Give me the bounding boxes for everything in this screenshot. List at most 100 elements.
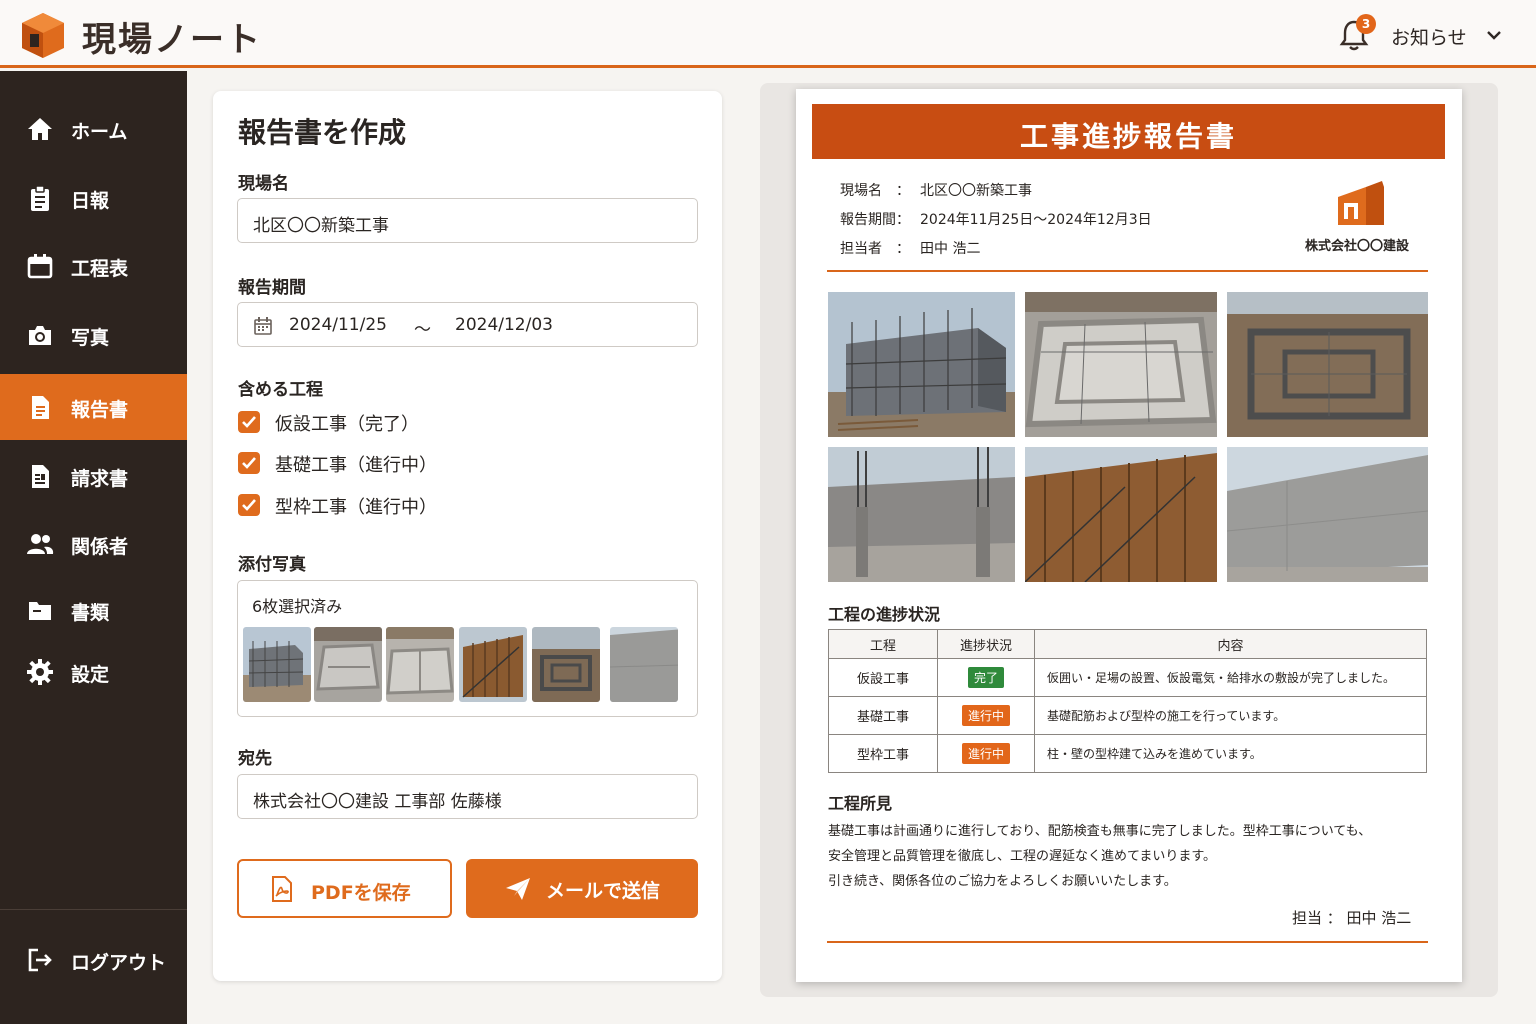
period-end: 2024/12/03 xyxy=(455,315,553,335)
sidebar-item-label: ホーム xyxy=(71,121,128,143)
save-pdf-label: PDFを保存 xyxy=(311,882,411,904)
period-label: 報告期間 xyxy=(238,278,306,298)
column-header: 工程 xyxy=(828,629,938,659)
form-title: 報告書を作成 xyxy=(238,116,407,149)
notice-menu-label[interactable]: お知らせ xyxy=(1391,23,1467,50)
checkbox-checked[interactable] xyxy=(238,494,260,516)
table-row: 型枠工事 進行中 柱・壁の型枠建て込みを進めています。 xyxy=(828,734,1427,773)
footer-rule xyxy=(827,941,1428,943)
process-label-text: 型枠工事（進行中） xyxy=(275,497,437,518)
logout-button[interactable]: ログアウト xyxy=(0,927,187,993)
process-cell: 仮設工事 xyxy=(828,658,938,697)
sidebar-item-schedule[interactable]: 工程表 xyxy=(0,233,187,299)
sidebar-item-label: 工程表 xyxy=(71,258,129,280)
process-cell: 型枠工事 xyxy=(828,734,938,773)
sidebar-item-label: 書類 xyxy=(71,602,110,624)
status-cell: 進行中 xyxy=(937,734,1035,773)
sidebar-item-documents[interactable]: 書類 xyxy=(0,577,187,643)
status-cell: 進行中 xyxy=(937,696,1035,735)
site-name-value: 北区〇〇新築工事 xyxy=(253,216,389,236)
period-input[interactable]: 2024/11/25 〜 2024/12/03 xyxy=(237,302,698,347)
photo-thumbnail[interactable] xyxy=(386,627,454,702)
observations-title: 工程所見 xyxy=(828,794,893,813)
sidebar-item-invoices[interactable]: 請求書 xyxy=(0,443,187,509)
period-separator: 〜 xyxy=(414,320,431,340)
recipient-value: 株式会社〇〇建設 工事部 佐藤様 xyxy=(253,792,502,812)
process-label-text: 基礎工事（進行中） xyxy=(275,455,437,476)
photo-thumbnail[interactable] xyxy=(459,627,527,702)
logout-icon xyxy=(28,948,52,972)
photo-thumbnail[interactable] xyxy=(243,627,311,702)
sidebar-item-label: 写真 xyxy=(71,327,110,349)
sidebar-item-label: 請求書 xyxy=(71,468,129,490)
process-checkbox-temporary[interactable]: 仮設工事（完了） xyxy=(238,409,538,435)
invoice-icon xyxy=(32,465,49,488)
status-badge: 進行中 xyxy=(961,705,1010,726)
app-logo-icon xyxy=(22,13,64,58)
sidebar-item-reports[interactable]: 報告書 xyxy=(0,374,187,440)
observation-line: 基礎工事は計画通りに進行しており、配筋検査も無事に完了しました。型枠工事について… xyxy=(828,824,1372,839)
paper-plane-icon xyxy=(506,878,530,900)
report-meta-period: 報告期間： 2024年11月25日〜2024年12月3日 xyxy=(840,212,1152,228)
report-document: 工事進捗報告書 現場名 ：北区〇〇新築工事 報告期間： 2024年11月25日〜2… xyxy=(796,89,1462,982)
sidebar-item-contacts[interactable]: 関係者 xyxy=(0,511,187,577)
sidebar-item-label: 日報 xyxy=(71,190,110,212)
home-icon xyxy=(28,118,52,140)
sidebar-item-label: 報告書 xyxy=(71,399,129,421)
photos-selected-count: 6枚選択済み xyxy=(252,597,343,616)
send-email-button[interactable]: メールで送信 xyxy=(466,859,698,918)
report-title-banner: 工事進捗報告書 xyxy=(812,104,1445,159)
report-photo xyxy=(828,447,1015,582)
gear-icon xyxy=(27,659,53,685)
save-pdf-button[interactable]: PDFを保存 xyxy=(237,859,452,918)
camera-icon xyxy=(29,326,51,345)
progress-section-title: 工程の進捗状況 xyxy=(828,605,941,624)
checkbox-checked[interactable] xyxy=(238,452,260,474)
photo-thumbnail[interactable] xyxy=(314,627,382,702)
progress-table: 工程 進捗状況 内容 仮設工事 完了 仮囲い・足場の設置、仮設電気・給排水の敷設… xyxy=(828,629,1427,773)
sidebar-item-photos[interactable]: 写真 xyxy=(0,302,187,368)
observation-line: 安全管理と品質管理を徹底し、工程の遅延なく進めてまいります。 xyxy=(828,849,1217,864)
sidebar-item-settings[interactable]: 設定 xyxy=(0,639,187,705)
site-name-label: 現場名 xyxy=(238,174,289,194)
photo-selector[interactable]: 6枚選択済み xyxy=(237,580,698,717)
detail-cell: 基礎配筋および型枠の施工を行っています。 xyxy=(1034,696,1427,735)
status-cell: 完了 xyxy=(937,658,1035,697)
report-photo xyxy=(1227,292,1428,437)
sidebar: ホーム 日報 工程表 写真 報告書 請求書 関係者 書類 設定 ログアウト xyxy=(0,71,187,1024)
photo-thumbnail[interactable] xyxy=(610,627,678,702)
calendar-icon xyxy=(27,254,53,279)
report-meta-person: 担当者 ：田中 浩二 xyxy=(840,241,981,257)
sidebar-item-daily-report[interactable]: 日報 xyxy=(0,165,187,231)
chevron-down-icon[interactable] xyxy=(1484,26,1504,44)
process-checkbox-foundation[interactable]: 基礎工事（進行中） xyxy=(238,450,538,476)
calendar-icon xyxy=(254,317,272,335)
recipient-input[interactable]: 株式会社〇〇建設 工事部 佐藤様 xyxy=(237,774,698,819)
company-logo-icon xyxy=(1338,181,1384,225)
header-rule xyxy=(827,270,1428,272)
recipient-label: 宛先 xyxy=(238,749,272,769)
folder-icon xyxy=(29,602,51,620)
table-row: 仮設工事 完了 仮囲い・足場の設置、仮設電気・給排水の敷設が完了しました。 xyxy=(828,658,1427,697)
period-start: 2024/11/25 xyxy=(289,315,387,335)
table-header-row: 工程 進捗状況 内容 xyxy=(828,629,1427,659)
checkbox-checked[interactable] xyxy=(238,411,260,433)
people-icon xyxy=(27,534,54,554)
detail-cell: 柱・壁の型枠建て込みを進めています。 xyxy=(1034,734,1427,773)
report-photo xyxy=(1025,447,1217,582)
send-email-label: メールで送信 xyxy=(546,880,661,902)
site-name-input[interactable]: 北区〇〇新築工事 xyxy=(237,198,698,243)
sidebar-item-label: 関係者 xyxy=(71,536,129,558)
photos-label: 添付写真 xyxy=(238,555,306,575)
report-signer: 担当 ： 田中 浩二 xyxy=(1292,909,1412,927)
photo-thumbnail[interactable] xyxy=(532,627,600,702)
table-row: 基礎工事 進行中 基礎配筋および型枠の施工を行っています。 xyxy=(828,696,1427,735)
report-form-card: 報告書を作成 現場名 北区〇〇新築工事 報告期間 2024/11/25 〜 20… xyxy=(213,91,722,981)
app-title: 現場ノート xyxy=(82,20,262,60)
sidebar-item-home[interactable]: ホーム xyxy=(0,96,187,162)
pdf-file-icon xyxy=(272,876,292,902)
document-icon xyxy=(32,396,49,419)
sidebar-item-label: 設定 xyxy=(71,664,110,686)
process-checkbox-formwork[interactable]: 型枠工事（進行中） xyxy=(238,492,538,518)
sidebar-divider xyxy=(0,909,187,910)
